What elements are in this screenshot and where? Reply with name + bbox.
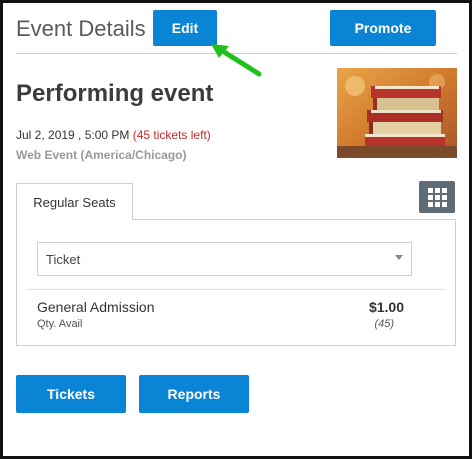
tickets-left: (45 tickets left): [132, 128, 211, 142]
grid-icon[interactable]: [419, 181, 455, 213]
promote-button[interactable]: Promote: [330, 10, 436, 46]
tickets-button[interactable]: Tickets: [16, 375, 126, 413]
event-date-text: Jul 2, 2019 , 5:00 PM: [16, 128, 130, 142]
green-arrow-icon: [211, 44, 262, 77]
page-title: Event Details: [16, 16, 146, 41]
admission-price: $1.00: [368, 299, 404, 315]
row-divider: [27, 289, 445, 290]
reports-button[interactable]: Reports: [139, 375, 249, 413]
admission-name: General Admission: [37, 299, 155, 315]
admission-qty-label: Qty. Avail: [37, 318, 83, 330]
admission-available: (45): [374, 318, 394, 330]
tab-regular-seats[interactable]: Regular Seats: [16, 183, 133, 220]
ticket-select[interactable]: Ticket: [37, 242, 412, 276]
event-timezone: Web Event (America/Chicago): [16, 148, 187, 162]
event-date: Jul 2, 2019 , 5:00 PM (45 tickets left): [16, 128, 211, 142]
ticket-select-value: Ticket: [46, 251, 81, 267]
chevron-down-icon: [395, 255, 403, 260]
event-image: [337, 68, 457, 158]
event-name: Performing event: [16, 80, 214, 107]
